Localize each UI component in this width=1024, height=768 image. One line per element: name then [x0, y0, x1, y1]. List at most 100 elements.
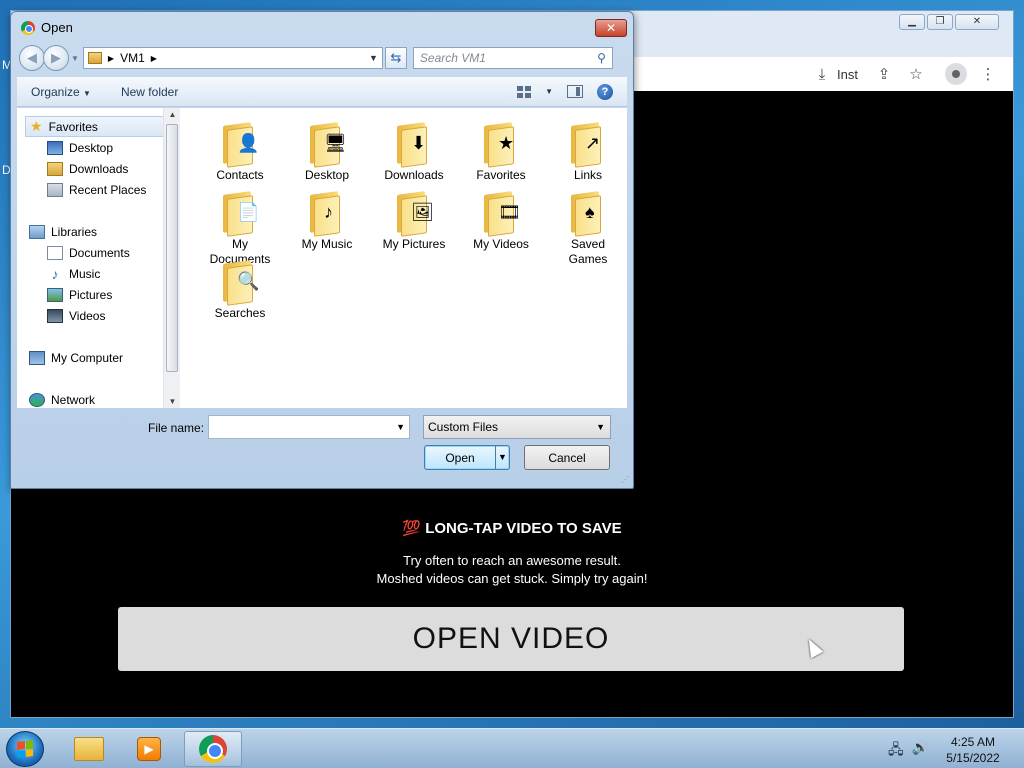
refresh-button[interactable]: ⇆	[384, 47, 407, 69]
help-icon[interactable]: ?	[597, 83, 613, 100]
scroll-up-icon[interactable]: ▲	[164, 110, 181, 119]
profile-button[interactable]	[945, 63, 967, 85]
taskbar-explorer[interactable]	[60, 731, 118, 767]
folder-icon: 📄	[217, 189, 263, 237]
chevron-down-icon[interactable]: ▼	[369, 53, 378, 63]
search-icon[interactable]: ⚲	[597, 51, 606, 65]
network-icon	[29, 392, 45, 407]
menu-button[interactable]: ⋮	[977, 63, 999, 85]
star-icon: ☆	[909, 66, 923, 83]
back-button[interactable]: ◀	[19, 45, 45, 71]
folder-icon: 🎞	[478, 189, 524, 237]
breadcrumb[interactable]: VM1	[120, 51, 145, 65]
file-item[interactable]: 👤 Contacts	[197, 114, 283, 183]
clock[interactable]: 4:25 AM 5/15/2022	[940, 734, 1006, 766]
chevron-down-icon[interactable]: ▼	[495, 446, 509, 469]
dialog-titlebar: Open	[21, 20, 73, 35]
resize-grip-icon[interactable]: ⋰	[621, 475, 629, 484]
system-tray: 🖧 🔊	[888, 739, 929, 763]
dialog-close-button[interactable]: ✕	[595, 19, 627, 37]
folder-overlay-icon: 🖥	[324, 133, 347, 153]
folder-overlay-icon: ♪	[324, 202, 333, 222]
change-view-icon[interactable]	[517, 85, 532, 98]
scroll-down-icon[interactable]: ▼	[164, 397, 181, 406]
hint-text: Try often to reach an awesome result.	[403, 553, 621, 568]
file-item[interactable]: ★ Favorites	[458, 114, 544, 183]
chevron-down-icon[interactable]: ▼	[396, 422, 405, 432]
organize-menu[interactable]: Organize ▼	[31, 85, 91, 99]
file-item[interactable]: 🖼 My Pictures	[371, 183, 457, 252]
nav-item-label: Desktop	[69, 140, 114, 155]
file-item[interactable]: ♠ Saved Games	[545, 183, 631, 267]
folder-overlay-icon: 👤	[237, 133, 260, 153]
open-button-label: Open	[445, 451, 475, 465]
search-input[interactable]: Search VM1 ⚲	[412, 47, 613, 69]
file-item[interactable]: 🎞 My Videos	[458, 183, 544, 252]
nav-item-network[interactable]: Network	[29, 389, 171, 410]
file-name-input[interactable]: ▼	[208, 415, 410, 439]
refresh-icon: ⇆	[390, 50, 402, 65]
new-folder-button[interactable]: New folder	[121, 85, 178, 99]
hint-text: Moshed videos can get stuck. Simply try …	[376, 571, 648, 586]
install-button[interactable]: ⤓ Inst	[811, 63, 858, 85]
nav-item-label: My Computer	[51, 350, 124, 365]
folder-icon: 👤	[217, 120, 263, 168]
restore-button[interactable]: ❐	[927, 14, 953, 30]
nav-item-label: Videos	[69, 308, 106, 323]
file-item[interactable]: ↗ Links	[545, 114, 631, 183]
network-icon[interactable]: 🖧	[888, 739, 904, 763]
nav-item-libraries[interactable]: Libraries	[29, 221, 171, 242]
clock-time: 4:25 AM	[950, 735, 996, 749]
open-button[interactable]: Open ▼	[424, 445, 510, 470]
taskbar-media-player[interactable]: ▶	[120, 731, 178, 767]
address-bar[interactable]: ▶ VM1 ▶ ▼	[82, 47, 383, 69]
bookmark-button[interactable]: ☆	[905, 63, 927, 85]
preview-pane-icon[interactable]	[567, 85, 583, 98]
folder-icon: ⬇	[391, 120, 437, 168]
file-type-select[interactable]: Custom Files ▼	[423, 415, 611, 439]
libraries-icon	[29, 224, 45, 239]
taskbar-chrome[interactable]	[184, 731, 242, 767]
nav-item-my-computer[interactable]: My Computer	[29, 347, 171, 368]
file-item[interactable]: 🖥 Desktop	[284, 114, 370, 183]
nav-item-label: Recent Places	[69, 182, 147, 197]
forward-button[interactable]: ▶	[43, 45, 69, 71]
file-item-label: My Music	[301, 237, 353, 251]
file-item-label: Links	[573, 168, 602, 182]
file-item-label: My	[232, 237, 248, 251]
file-item-label: My Videos	[473, 237, 529, 251]
folder-icon: 🖼	[391, 189, 437, 237]
scrollbar-thumb[interactable]	[166, 124, 178, 372]
view-controls: ▼ ?	[517, 83, 613, 100]
cancel-button[interactable]: Cancel	[524, 445, 610, 470]
file-item-label: Searches	[214, 306, 266, 320]
share-button[interactable]: ⇪	[873, 63, 895, 85]
chevron-down-icon[interactable]: ▼	[71, 54, 79, 63]
file-type-value: Custom Files	[428, 420, 499, 434]
chevron-down-icon: ▼	[83, 88, 91, 98]
close-button[interactable]: ✕	[955, 14, 999, 30]
folder-icon	[74, 737, 104, 761]
windows-logo-icon	[17, 740, 33, 758]
file-item[interactable]: ⬇ Downloads	[371, 114, 457, 183]
file-item-label: Downloads	[384, 168, 444, 182]
minimize-button[interactable]: ▁	[899, 14, 925, 30]
file-item-label: Games	[568, 252, 608, 266]
volume-icon[interactable]: 🔊	[912, 739, 929, 763]
navigation-pane: ★ Favorites Desktop Downloads Recent Pla…	[17, 108, 180, 410]
folder-overlay-icon: ♠	[585, 202, 595, 222]
nav-pane-scrollbar[interactable]: ▲ ▼	[163, 108, 180, 408]
open-video-button[interactable]: OPEN VIDEO	[118, 607, 904, 671]
chevron-down-icon[interactable]: ▼	[545, 87, 553, 96]
start-button[interactable]	[6, 731, 44, 767]
folder-overlay-icon: 📄	[237, 202, 260, 222]
nav-item-label: Downloads	[69, 161, 129, 176]
file-item[interactable]: 🔍 Searches	[197, 252, 283, 321]
music-icon: ♪	[51, 265, 59, 282]
page-headline: 💯 LONG-TAP VIDEO TO SAVE	[402, 520, 622, 537]
folder-overlay-icon: 🖼	[411, 202, 434, 222]
file-item[interactable]: ♪ My Music	[284, 183, 370, 252]
file-item-label: My Pictures	[382, 237, 446, 251]
nav-item-favorites[interactable]: ★ Favorites	[25, 116, 167, 137]
file-item-label: Favorites	[476, 168, 526, 182]
